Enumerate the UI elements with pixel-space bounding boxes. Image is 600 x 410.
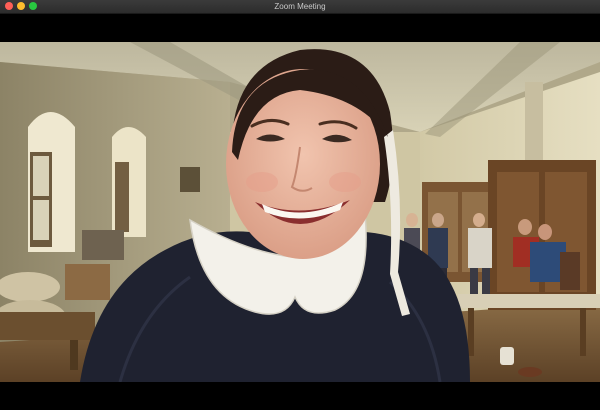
- wall-picture: [180, 167, 200, 192]
- zoom-window: Zoom Meeting: [0, 0, 600, 410]
- table: [458, 294, 600, 308]
- participant-video[interactable]: [0, 42, 600, 382]
- video-frame: [0, 42, 600, 382]
- title-bar[interactable]: Zoom Meeting: [0, 0, 600, 14]
- bench: [0, 312, 95, 340]
- cup: [500, 347, 514, 365]
- window-title: Zoom Meeting: [274, 2, 326, 11]
